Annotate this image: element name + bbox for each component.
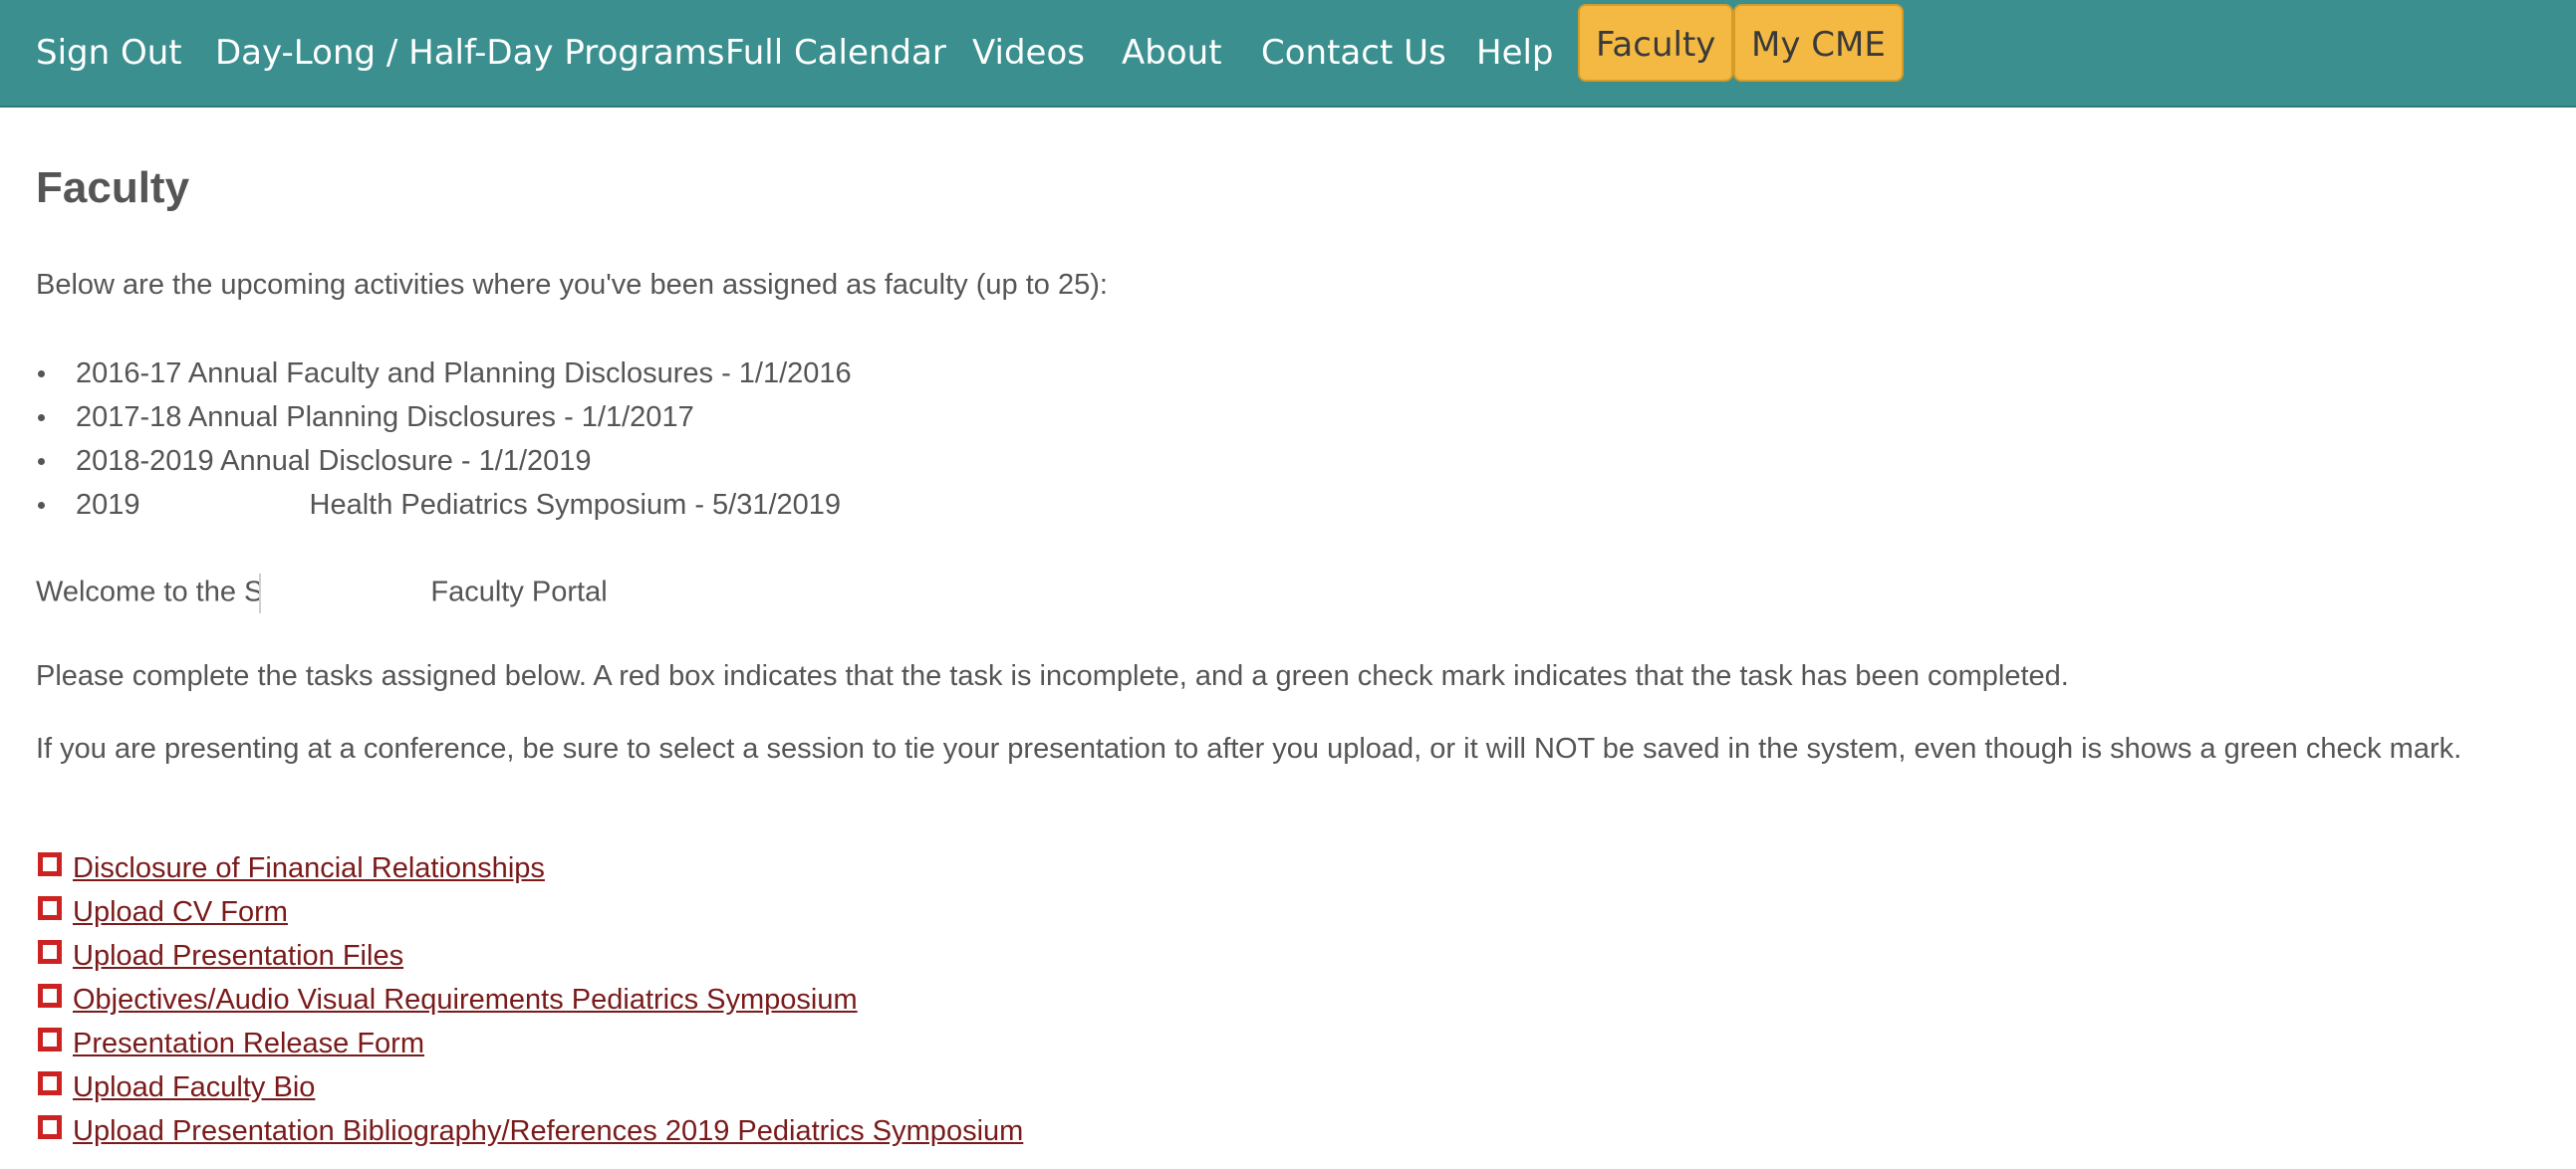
presentation-warning: If you are presenting at a conference, b… [36, 733, 2462, 765]
task-instructions: Please complete the tasks assigned below… [36, 660, 2069, 692]
nav-my-cme-button[interactable]: My CME [1733, 4, 1904, 82]
redacted-region [139, 491, 310, 522]
top-navigation-bar: Sign Out Day-Long / Half-Day Programs Fu… [0, 0, 2576, 108]
list-item: 2018-2019 Annual Disclosure - 1/1/2019 [36, 439, 852, 483]
activities-intro: Below are the upcoming activities where … [36, 269, 1108, 301]
incomplete-box-icon [38, 984, 62, 1008]
task-link-presentation-release-form[interactable]: Presentation Release Form [73, 1022, 424, 1065]
nav-help[interactable]: Help [1476, 24, 1554, 82]
nav-day-long-half-day-programs[interactable]: Day-Long / Half-Day Programs [215, 24, 725, 82]
welcome-prefix: Welcome to the S [36, 576, 264, 608]
redacted-region [259, 574, 431, 613]
incomplete-box-icon [38, 1071, 62, 1095]
nav-videos[interactable]: Videos [972, 24, 1085, 82]
incomplete-box-icon [38, 1115, 62, 1139]
nav-full-calendar[interactable]: Full Calendar [725, 24, 946, 82]
list-item: 2016-17 Annual Faculty and Planning Disc… [36, 351, 852, 395]
activity-text-suffix: Health Pediatrics Symposium - 5/31/2019 [309, 489, 842, 521]
nav-sign-out[interactable]: Sign Out [36, 24, 182, 82]
bullet-icon [38, 502, 45, 509]
nav-faculty-button[interactable]: Faculty [1578, 4, 1734, 82]
incomplete-box-icon [38, 940, 62, 964]
activities-list: 2016-17 Annual Faculty and Planning Disc… [36, 351, 852, 527]
page-title: Faculty [36, 163, 190, 212]
task-link-upload-bibliography-references[interactable]: Upload Presentation Bibliography/Referen… [73, 1109, 1023, 1153]
activity-text: 2016-17 Annual Faculty and Planning Disc… [76, 357, 852, 389]
activity-text: 2018-2019 Annual Disclosure - 1/1/2019 [76, 445, 592, 477]
bullet-icon [38, 370, 45, 377]
activity-text: 2017-18 Annual Planning Disclosures - 1/… [76, 401, 694, 433]
task-link-upload-faculty-bio[interactable]: Upload Faculty Bio [73, 1065, 315, 1109]
task-link-upload-presentation-files[interactable]: Upload Presentation Files [73, 934, 403, 978]
task-link-upload-cv-form[interactable]: Upload CV Form [73, 890, 288, 934]
task-link-objectives-av-requirements[interactable]: Objectives/Audio Visual Requirements Ped… [73, 978, 858, 1022]
nav-contact-us[interactable]: Contact Us [1261, 24, 1446, 82]
bullet-icon [38, 414, 45, 421]
welcome-message: Welcome to the S Faculty Portal [36, 574, 608, 613]
list-item: 2017-18 Annual Planning Disclosures - 1/… [36, 395, 852, 439]
incomplete-box-icon [38, 1028, 62, 1052]
incomplete-box-icon [38, 852, 62, 876]
nav-about[interactable]: About [1122, 24, 1222, 82]
incomplete-box-icon [38, 896, 62, 920]
welcome-suffix: Faculty Portal [430, 576, 608, 608]
bullet-icon [38, 458, 45, 465]
task-link-disclosure-financial-relationships[interactable]: Disclosure of Financial Relationships [73, 846, 545, 890]
activity-text-prefix: 2019 [76, 489, 140, 521]
list-item: 2019 Health Pediatrics Symposium - 5/31/2… [36, 483, 852, 527]
